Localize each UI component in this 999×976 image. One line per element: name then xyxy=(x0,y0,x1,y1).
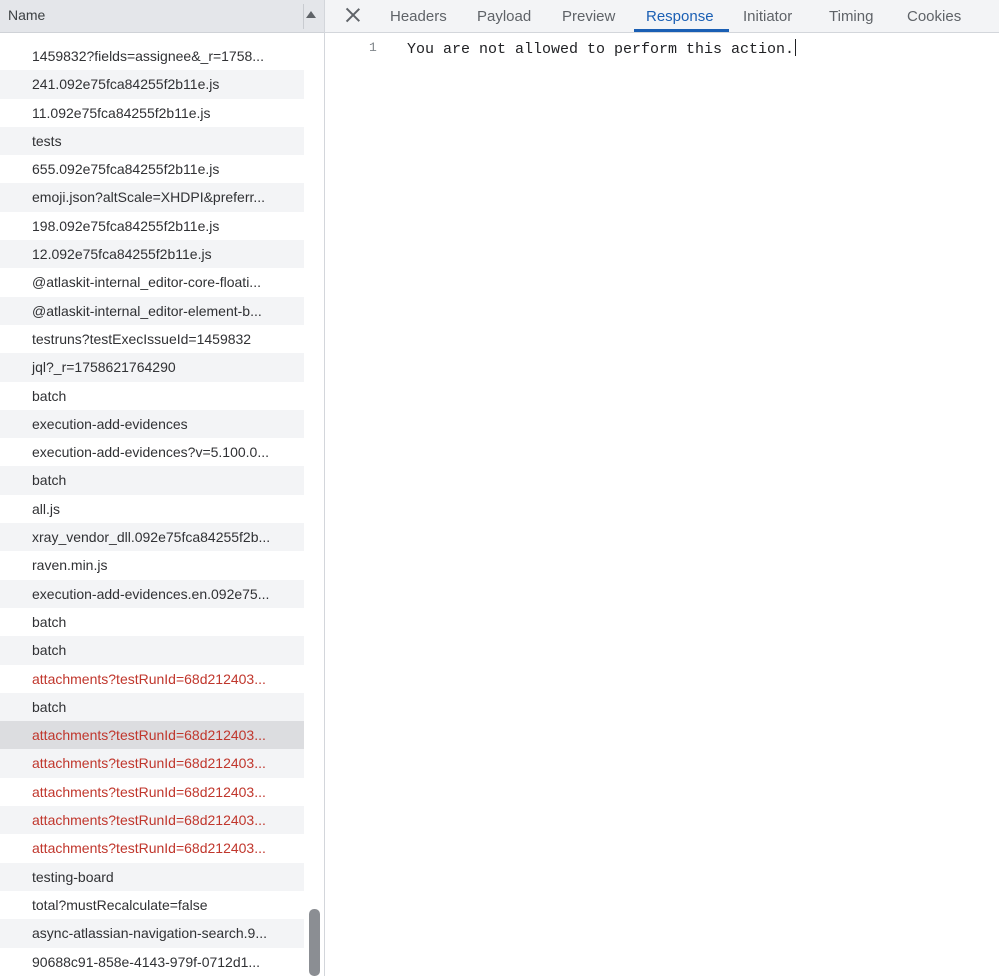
tab-payload[interactable]: Payload xyxy=(477,8,531,25)
tab-initiator[interactable]: Initiator xyxy=(743,8,792,25)
name-column-header[interactable]: Name xyxy=(0,0,324,33)
request-row[interactable]: attachments?testRunId=68d212403... xyxy=(0,749,304,778)
column-divider[interactable] xyxy=(303,4,304,29)
request-row[interactable]: execution-add-evidences.en.092e75... xyxy=(0,579,304,608)
tab-cookies[interactable]: Cookies xyxy=(907,8,961,25)
request-row[interactable]: 90688c91-858e-4143-979f-0712d1... xyxy=(0,948,304,976)
request-row[interactable]: testing-board xyxy=(0,862,304,891)
request-row[interactable]: batch xyxy=(0,636,304,665)
request-row[interactable]: batch xyxy=(0,608,304,636)
tab-timing[interactable]: Timing xyxy=(829,8,873,25)
request-row[interactable]: emoji.json?altScale=XHDPI&preferr... xyxy=(0,183,304,212)
request-row[interactable]: xray_vendor_dll.092e75fca84255f2b... xyxy=(0,523,304,552)
sort-ascending-icon[interactable] xyxy=(306,11,316,18)
request-row[interactable]: all.js xyxy=(0,495,304,523)
line-number: 1 xyxy=(369,40,377,55)
tab-headers[interactable]: Headers xyxy=(390,8,447,25)
request-row[interactable]: 11.092e75fca84255f2b11e.js xyxy=(0,99,304,127)
response-text: You are not allowed to perform this acti… xyxy=(407,41,795,58)
request-row[interactable]: attachments?testRunId=68d212403... xyxy=(0,721,304,750)
request-row[interactable]: 1459832?fields=assignee&_r=1758... xyxy=(0,42,304,70)
request-row[interactable]: 241.092e75fca84255f2b11e.js xyxy=(0,70,304,99)
request-row[interactable]: attachments?testRunId=68d212403... xyxy=(0,834,304,862)
request-row[interactable]: attachments?testRunId=68d212403... xyxy=(0,665,304,693)
request-detail-pane: Headers Payload Preview Response Initiat… xyxy=(325,0,999,976)
request-row[interactable]: total?mustRecalculate=false xyxy=(0,891,304,919)
response-viewer[interactable]: 1 You are not allowed to perform this ac… xyxy=(325,34,999,976)
request-row[interactable]: batch xyxy=(0,692,304,722)
request-row[interactable]: attachments?testRunId=68d212403... xyxy=(0,806,304,835)
request-row[interactable]: tests xyxy=(0,126,304,156)
request-row[interactable]: @atlaskit-internal_editor-element-b... xyxy=(0,296,304,325)
request-row[interactable]: testruns?testExecIssueId=1459832 xyxy=(0,325,304,353)
detail-tab-bar: Headers Payload Preview Response Initiat… xyxy=(325,0,999,33)
request-row[interactable]: attachments?testRunId=68d212403... xyxy=(0,778,304,806)
tab-preview[interactable]: Preview xyxy=(562,8,615,25)
request-row[interactable]: execution-add-evidences?v=5.100.0... xyxy=(0,438,304,466)
request-row[interactable]: execution-add-evidences xyxy=(0,409,304,439)
request-list: 1459832?fields=assignee&_r=1758... 241.09… xyxy=(0,42,304,976)
name-column-label: Name xyxy=(8,7,46,23)
request-row[interactable]: 655.092e75fca84255f2b11e.js xyxy=(0,155,304,183)
request-row[interactable]: batch xyxy=(0,466,304,495)
active-tab-indicator xyxy=(634,29,729,32)
text-caret xyxy=(795,39,797,56)
response-line[interactable]: You are not allowed to perform this acti… xyxy=(407,39,797,58)
vertical-scrollbar[interactable] xyxy=(309,909,320,976)
request-list-pane: Name 1459832?fields=assignee&_r=1758... 2… xyxy=(0,0,325,976)
request-row[interactable]: 12.092e75fca84255f2b11e.js xyxy=(0,240,304,269)
request-row[interactable]: batch xyxy=(0,382,304,410)
request-row[interactable]: raven.min.js xyxy=(0,551,304,579)
request-row[interactable]: @atlaskit-internal_editor-core-floati... xyxy=(0,268,304,296)
request-row[interactable]: 198.092e75fca84255f2b11e.js xyxy=(0,212,304,240)
tab-response[interactable]: Response xyxy=(646,8,714,25)
request-row[interactable]: async-atlassian-navigation-search.9... xyxy=(0,919,304,948)
close-icon[interactable] xyxy=(343,5,363,25)
request-row[interactable]: jql?_r=1758621764290 xyxy=(0,353,304,382)
